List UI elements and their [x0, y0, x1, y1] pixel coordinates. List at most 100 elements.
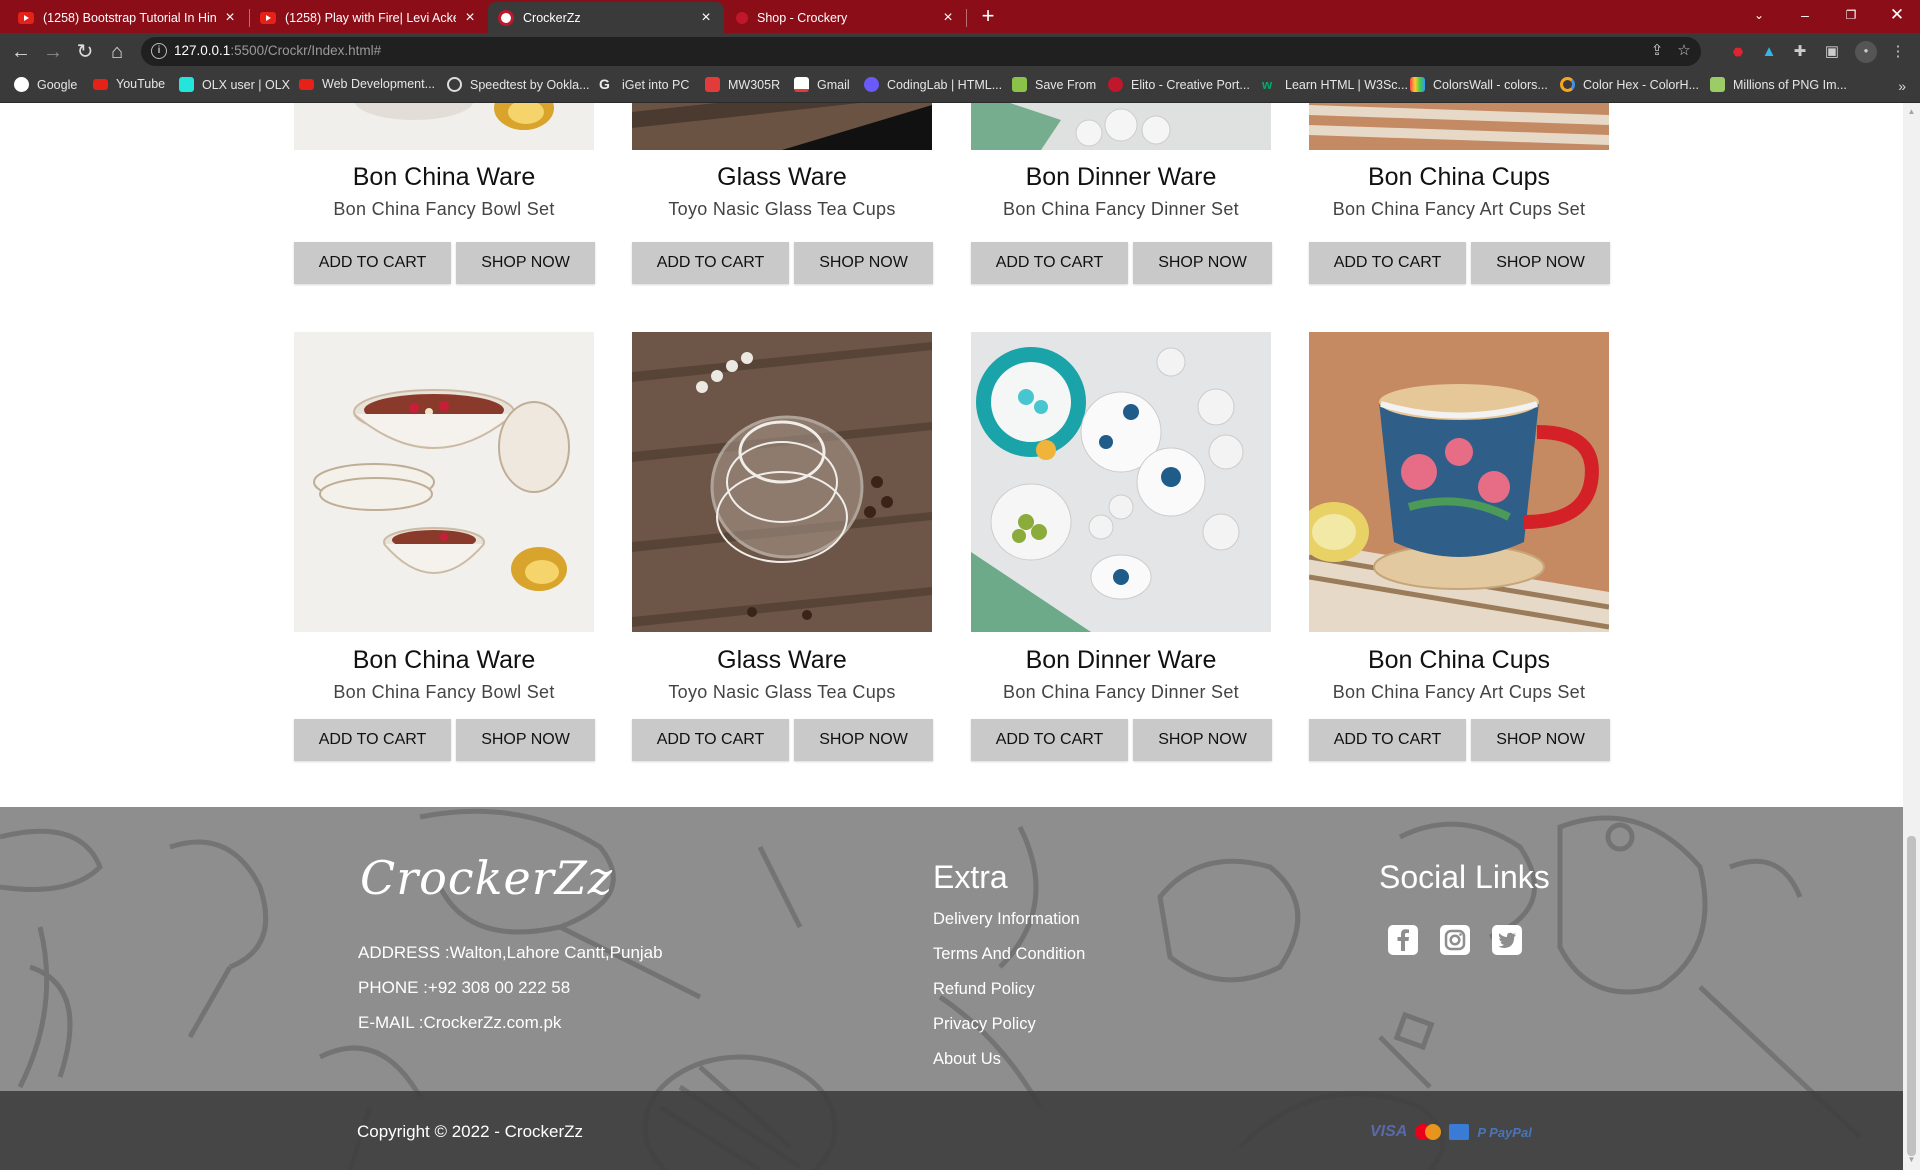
tab-title: (1258) Bootstrap Tutorial In Hindi [43, 10, 216, 25]
product-name: Bon China Cups [1367, 163, 1551, 191]
add-to-cart-button[interactable]: ADD TO CART [632, 242, 789, 284]
browser-tab[interactable]: (1258) Play with Fire| Levi Ackerm × [250, 2, 488, 33]
bookmark-youtube[interactable]: YouTube [93, 77, 165, 91]
page-content: Bon China Ware Bon China Fancy Bowl Set … [0, 103, 1903, 1170]
product-image[interactable] [294, 103, 594, 150]
footer-link-delivery-information[interactable]: Delivery Information [933, 910, 1080, 929]
page-scrollbar[interactable]: ▲ ▼ [1903, 103, 1920, 1170]
add-to-cart-button[interactable]: ADD TO CART [971, 719, 1128, 761]
add-to-cart-button[interactable]: ADD TO CART [294, 719, 451, 761]
bookmark-web-development[interactable]: Web Development... [299, 77, 435, 91]
bookmark-w3schools[interactable]: w Learn HTML | W3Sc... [1262, 77, 1408, 92]
product-description: Bon China Fancy Art Cups Set [1332, 199, 1586, 219]
bookmark-gmail[interactable]: Gmail [794, 77, 850, 92]
more-bookmarks-icon[interactable]: » [1898, 78, 1906, 94]
shop-now-button[interactable]: SHOP NOW [456, 719, 595, 761]
close-tab-icon[interactable]: × [940, 9, 956, 27]
product-image[interactable] [1309, 103, 1609, 150]
site-info-icon[interactable]: i [151, 43, 167, 59]
browser-tab[interactable]: Shop - Crockery × [726, 2, 966, 33]
bookmark-elito[interactable]: Elito - Creative Port... [1108, 77, 1250, 92]
instagram-icon[interactable] [1440, 925, 1470, 955]
bookmark-olx[interactable]: OLX user | OLX [179, 77, 290, 92]
url-host: 127.0.0.1 [174, 43, 231, 58]
product-image[interactable] [632, 103, 932, 150]
twitter-icon[interactable] [1492, 925, 1522, 955]
youtube-icon [18, 11, 34, 24]
product-image[interactable] [971, 332, 1271, 632]
shop-now-button[interactable]: SHOP NOW [1471, 242, 1610, 284]
product-image[interactable] [632, 332, 932, 632]
scrollbar-thumb[interactable] [1907, 836, 1916, 1156]
close-window-button[interactable]: ✕ [1874, 0, 1920, 33]
shop-now-button[interactable]: SHOP NOW [794, 242, 933, 284]
close-tab-icon[interactable]: × [222, 9, 238, 27]
share-icon[interactable]: ⇪ [1647, 41, 1667, 61]
url-input[interactable]: i 127.0.0.1:5500/Crockr/Index.html# ⇪ ☆ [141, 37, 1701, 66]
footer-link-about-us[interactable]: About Us [933, 1050, 1001, 1069]
forward-button[interactable]: → [40, 39, 66, 65]
shop-now-button[interactable]: SHOP NOW [794, 719, 933, 761]
browser-tab-active[interactable]: CrockerZz × [488, 2, 724, 33]
product-description: Bon China Fancy Dinner Set [1003, 199, 1239, 219]
product-description: Bon China Fancy Dinner Set [1003, 682, 1239, 702]
close-tab-icon[interactable]: × [462, 9, 478, 27]
restore-button[interactable]: ❐ [1828, 0, 1874, 33]
social-links-heading: Social Links [1379, 859, 1550, 895]
footer-link-terms-and-condition[interactable]: Terms And Condition [933, 945, 1085, 964]
product-image[interactable] [1309, 332, 1609, 632]
footer-link-refund-policy[interactable]: Refund Policy [933, 980, 1035, 999]
footer-email: E-MAIL :CrockerZz.com.pk [358, 1013, 562, 1032]
browser-tab[interactable]: (1258) Bootstrap Tutorial In Hindi × [8, 2, 248, 33]
shop-now-button[interactable]: SHOP NOW [456, 242, 595, 284]
home-button[interactable]: ⌂ [104, 39, 130, 65]
footer-logo[interactable]: CrockerZz [360, 851, 613, 905]
bookmark-star-icon[interactable]: ☆ [1674, 41, 1694, 61]
product-image[interactable] [294, 332, 594, 632]
shop-now-button[interactable]: SHOP NOW [1471, 719, 1610, 761]
menu-icon[interactable]: ⋮ [1888, 42, 1908, 62]
side-panel-icon[interactable]: ▣ [1822, 42, 1842, 62]
bookmark-save-from[interactable]: Save From [1012, 77, 1096, 92]
bookmark-png[interactable]: Millions of PNG Im... [1710, 77, 1847, 92]
browser-tab-bar: (1258) Bootstrap Tutorial In Hindi × (12… [0, 0, 1920, 33]
profile-avatar[interactable]: ● [1855, 41, 1877, 63]
add-to-cart-button[interactable]: ADD TO CART [971, 242, 1128, 284]
tab-title: CrockerZz [523, 10, 581, 25]
product-name: Glass Ware [717, 163, 847, 191]
extension-icon[interactable]: ▲ [1759, 42, 1779, 62]
paypal-icon: P PayPal [1477, 1124, 1532, 1140]
add-to-cart-button[interactable]: ADD TO CART [294, 242, 451, 284]
product-name: Bon Dinner Ware [1025, 163, 1217, 191]
add-to-cart-button[interactable]: ADD TO CART [1309, 242, 1466, 284]
scroll-down-arrow[interactable]: ▼ [1907, 1155, 1916, 1164]
close-tab-icon[interactable]: × [698, 9, 714, 27]
bookmarks-bar: Google YouTube OLX user | OLX Web Develo… [0, 70, 1920, 103]
scroll-up-arrow[interactable]: ▲ [1907, 107, 1916, 116]
facebook-icon[interactable] [1388, 925, 1418, 955]
bookmark-colorswall[interactable]: ColorsWall - colors... [1410, 77, 1548, 92]
footer-link-privacy-policy[interactable]: Privacy Policy [933, 1015, 1036, 1034]
bookmark-iget-into-pc[interactable]: GiGet into PC [599, 77, 689, 92]
minimize-button[interactable]: – [1782, 0, 1828, 33]
product-description: Bon China Fancy Bowl Set [333, 682, 555, 702]
add-to-cart-button[interactable]: ADD TO CART [632, 719, 789, 761]
bookmark-google[interactable]: Google [14, 77, 77, 92]
reload-button[interactable]: ↻ [72, 39, 98, 65]
product-name: Bon China Ware [352, 163, 536, 191]
puzzle-icon[interactable]: ✚ [1790, 42, 1810, 62]
new-tab-button[interactable]: + [976, 4, 1000, 28]
product-image[interactable] [971, 103, 1271, 150]
shop-now-button[interactable]: SHOP NOW [1133, 242, 1272, 284]
bookmark-mw305r[interactable]: MW305R [705, 77, 780, 92]
bookmark-speedtest[interactable]: Speedtest by Ookla... [447, 77, 590, 92]
bookmark-codinglab[interactable]: CodingLab | HTML... [864, 77, 1002, 92]
footer-address: ADDRESS :Walton,Lahore Cantt,Punjab [358, 943, 663, 962]
bookmark-color-hex[interactable]: Color Hex - ColorH... [1560, 77, 1699, 92]
site-footer: CrockerZz ADDRESS :Walton,Lahore Cantt,P… [0, 807, 1903, 1170]
ublock-icon[interactable]: ⬣ [1728, 42, 1748, 62]
back-button[interactable]: ← [8, 39, 34, 65]
shop-now-button[interactable]: SHOP NOW [1133, 719, 1272, 761]
tab-search-icon[interactable]: ⌄ [1736, 0, 1782, 33]
add-to-cart-button[interactable]: ADD TO CART [1309, 719, 1466, 761]
